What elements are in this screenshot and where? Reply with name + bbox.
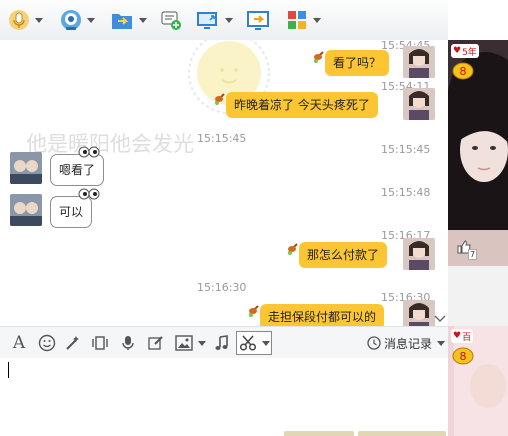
- bubble-eyes-icon: [78, 188, 100, 200]
- image-button[interactable]: [173, 333, 207, 353]
- contact-show-panel: ♥ 5年 8 7 ♥ 百 8: [448, 40, 508, 436]
- message-bubble-outgoing[interactable]: 走担保段付都可以的: [260, 304, 385, 326]
- chevron-down-icon: [437, 340, 446, 346]
- microphone-icon: [122, 336, 134, 350]
- message-add-icon: [161, 11, 181, 30]
- bubble-eyes-icon: [78, 146, 100, 158]
- text-cursor: [8, 362, 9, 378]
- message-bubble-outgoing[interactable]: 看了吗？: [325, 50, 390, 76]
- chevron-down-icon: [313, 17, 321, 23]
- svg-text:8: 8: [460, 350, 467, 363]
- heart-icon: ♥: [453, 46, 462, 56]
- guitar-pin-icon: [288, 243, 298, 255]
- chevron-down-icon: [35, 17, 43, 23]
- avatar[interactable]: [10, 152, 42, 184]
- message-timestamp: 15:16:30: [197, 281, 247, 294]
- avatar[interactable]: [10, 194, 42, 226]
- chat-watermark: 他是暖阳他会发光: [26, 132, 194, 156]
- chevron-down-icon: [139, 17, 147, 23]
- screenshot-button[interactable]: [236, 331, 272, 355]
- window-shake-icon: [92, 336, 108, 350]
- guitar-pin-icon: [215, 93, 225, 105]
- clock-icon: [367, 336, 381, 350]
- send-message-button[interactable]: [160, 8, 182, 32]
- avatar[interactable]: [403, 238, 435, 270]
- message-timestamp: 15:15:48: [381, 186, 431, 199]
- message-timestamp: 15:15:45: [197, 132, 247, 145]
- magic-wand-icon: [66, 336, 79, 350]
- app-center-button[interactable]: [286, 8, 321, 32]
- level-badge-icon[interactable]: 8: [452, 60, 474, 80]
- chevron-down-icon: [225, 17, 233, 23]
- message-bubble-incoming[interactable]: 可以: [50, 196, 93, 228]
- microphone-icon: [9, 10, 29, 30]
- screen-share-button[interactable]: [196, 8, 233, 32]
- webcam-icon: [61, 10, 81, 30]
- level-badge-icon[interactable]: 8: [452, 345, 474, 365]
- vip-label: 百: [462, 332, 472, 343]
- input-toolbar: A 消息记录: [0, 326, 448, 360]
- file-transfer-button[interactable]: [110, 8, 147, 32]
- video-call-button[interactable]: [60, 8, 95, 32]
- avatar[interactable]: [403, 88, 435, 120]
- remote-assist-icon: [247, 11, 269, 30]
- edit-button[interactable]: [146, 333, 166, 353]
- folder-transfer-icon: [112, 14, 132, 29]
- vip-years: 5年: [462, 47, 477, 58]
- voice-message-button[interactable]: [118, 333, 138, 353]
- edit-icon: [148, 336, 163, 350]
- avatar[interactable]: [403, 300, 435, 326]
- music-note-icon: [215, 335, 228, 350]
- apps-grid-icon: [288, 11, 306, 29]
- message-bubble-incoming[interactable]: 嗯看了: [50, 154, 105, 186]
- chevron-down-icon: [261, 340, 270, 346]
- font-icon: A: [12, 333, 26, 353]
- magic-button[interactable]: [63, 333, 83, 353]
- message-list[interactable]: 他是暖阳他会发光 15:54:45 看了吗？ 15:54:11 昨晚着凉了 今天…: [0, 40, 448, 326]
- like-counter: 7: [468, 249, 478, 260]
- shake-button[interactable]: [90, 333, 110, 353]
- message-history-button[interactable]: 消息记录: [367, 333, 446, 353]
- vip-badge[interactable]: ♥ 5年: [451, 44, 479, 58]
- emoji-button[interactable]: [37, 333, 57, 353]
- guitar-pin-icon: [249, 305, 259, 317]
- message-input[interactable]: [0, 358, 448, 436]
- message-history-label: 消息记录: [384, 336, 433, 351]
- guitar-pin-icon: [314, 51, 324, 63]
- vip-badge-bottom[interactable]: ♥ 百: [451, 329, 474, 343]
- svg-text:8: 8: [460, 65, 467, 78]
- music-button[interactable]: [212, 333, 232, 353]
- chevron-down-icon: [87, 17, 95, 23]
- heart-icon: ♥: [453, 331, 462, 341]
- message-timestamp: 15:15:45: [381, 143, 431, 156]
- chat-toolbar: [0, 0, 448, 41]
- avatar[interactable]: [403, 46, 435, 78]
- font-button[interactable]: A: [9, 333, 29, 353]
- scroll-down-icon[interactable]: [434, 314, 446, 324]
- scissors-icon: [239, 335, 256, 351]
- close-button[interactable]: [284, 431, 354, 436]
- image-icon: [174, 335, 193, 351]
- send-button[interactable]: [358, 431, 446, 436]
- smiley-icon: [38, 334, 56, 352]
- remote-assist-button[interactable]: [246, 8, 270, 32]
- voice-call-button[interactable]: [8, 8, 43, 32]
- message-bubble-outgoing[interactable]: 昨晚着凉了 今天头疼死了: [226, 92, 378, 118]
- screen-share-icon: [197, 12, 217, 29]
- message-bubble-outgoing[interactable]: 那怎么付款了: [299, 242, 388, 268]
- chevron-down-icon: [197, 340, 206, 346]
